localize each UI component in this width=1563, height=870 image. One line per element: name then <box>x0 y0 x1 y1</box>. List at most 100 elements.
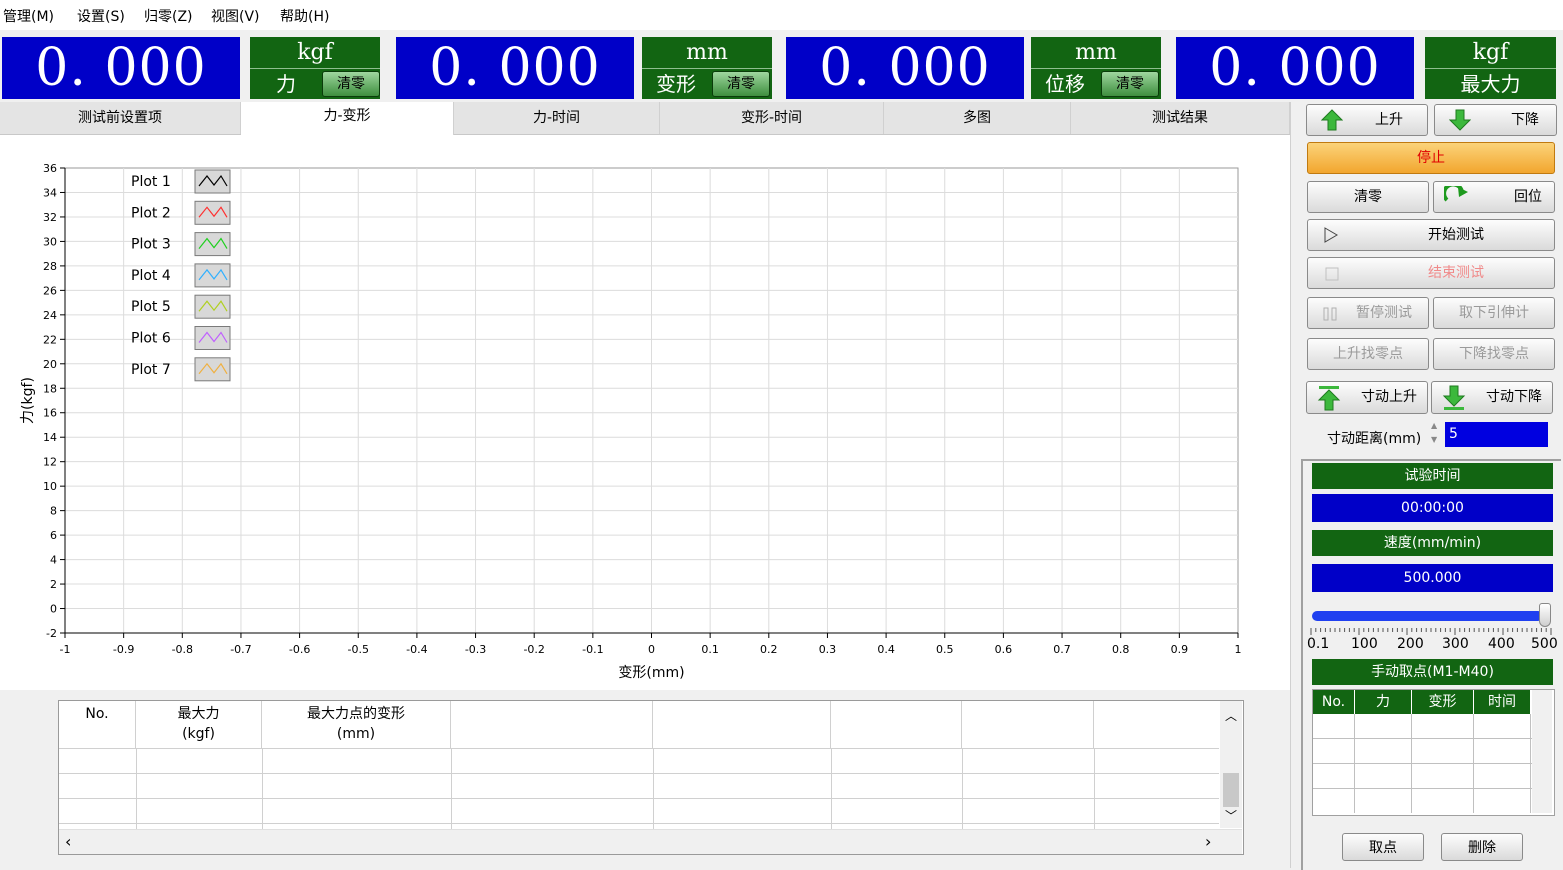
x-tick-label: -0.1 <box>582 643 603 656</box>
x-tick-label: -0.7 <box>230 643 251 656</box>
take-point-label: 取点 <box>1369 840 1397 856</box>
scroll-right-icon[interactable]: › <box>1205 832 1211 851</box>
pause-icon <box>1323 307 1337 321</box>
tab-multi-plot[interactable]: 多图 <box>884 102 1071 134</box>
deformation-label: 变形 <box>656 72 696 96</box>
scroll-left-icon[interactable]: ‹ <box>65 832 71 851</box>
force-zero-button[interactable]: 清零 <box>322 71 380 97</box>
remove-extensometer-label: 取下引伸计 <box>1459 305 1529 321</box>
col-header-max-force-deformation[interactable]: 最大力点的变形 (mm) <box>262 701 451 749</box>
tab-test-results[interactable]: 测试结果 <box>1071 102 1290 134</box>
points-scrollbar[interactable] <box>1532 690 1552 813</box>
row-divider <box>1313 763 1532 764</box>
col-header-empty[interactable] <box>831 701 962 749</box>
points-col-force[interactable]: 力 <box>1355 690 1412 714</box>
menu-settings[interactable]: 设置(S) <box>77 6 125 26</box>
scroll-thumb[interactable] <box>1223 773 1239 807</box>
col-divider <box>136 749 137 829</box>
menu-manage[interactable]: 管理(M) <box>3 6 54 26</box>
up-button[interactable]: 上升 <box>1306 104 1428 136</box>
manual-points-table: No. 力 变形 时间 <box>1312 689 1555 816</box>
down-button[interactable]: 下降 <box>1434 104 1557 136</box>
points-col-no[interactable]: No. <box>1313 690 1355 714</box>
y-tick-label: 14 <box>43 431 57 444</box>
jog-distance-stepper[interactable]: ▲ ▼ <box>1431 419 1443 451</box>
jog-up-button[interactable]: 寸动上升 <box>1306 381 1428 414</box>
down-find-zero-button[interactable]: 下降找零点 <box>1433 338 1555 370</box>
col-header-empty[interactable] <box>962 701 1094 749</box>
speed-slider-thumb[interactable] <box>1539 603 1551 627</box>
delete-button[interactable]: 删除 <box>1441 833 1523 861</box>
return-button[interactable]: 回位 <box>1433 181 1555 213</box>
scroll-up-icon[interactable]: ︿ <box>1225 707 1237 724</box>
tab-deformation-time[interactable]: 变形-时间 <box>660 102 884 134</box>
test-time-label: 试验时间 <box>1312 463 1553 489</box>
displacement-zero-button[interactable]: 清零 <box>1101 71 1159 97</box>
tab-pre-test-settings[interactable]: 测试前设置项 <box>0 102 241 134</box>
deformation-zero-button[interactable]: 清零 <box>712 71 770 97</box>
stop-button-label: 停止 <box>1417 150 1445 166</box>
col-divider <box>1473 714 1474 813</box>
jog-down-label: 寸动下降 <box>1486 389 1542 405</box>
pause-test-button[interactable]: 暂停测试 <box>1307 297 1429 329</box>
remove-extensometer-button[interactable]: 取下引伸计 <box>1433 297 1555 329</box>
y-tick-label: -2 <box>46 627 57 640</box>
menu-help[interactable]: 帮助(H) <box>280 6 329 26</box>
speed-slider-scale: 0.1 100 200 300 400 500 <box>1303 636 1558 654</box>
col-header-unit: (mm) <box>336 726 376 742</box>
col-divider <box>962 749 963 829</box>
zero-button[interactable]: 清零 <box>1307 181 1429 213</box>
menu-zero[interactable]: 归零(Z) <box>144 6 193 26</box>
displacement-unit-box: mm 位移 清零 <box>1031 37 1161 99</box>
step-down-icon[interactable]: ▼ <box>1431 433 1443 447</box>
col-header-empty[interactable] <box>653 701 831 749</box>
legend-label: Plot 3 <box>131 237 171 253</box>
x-tick-label: 0.4 <box>877 643 895 656</box>
play-icon <box>1324 227 1338 243</box>
col-header-no[interactable]: No. <box>59 701 136 749</box>
speed-tick-label: 0.1 <box>1307 636 1330 652</box>
x-tick-label: 1 <box>1235 643 1242 656</box>
x-tick-label: 0.6 <box>995 643 1013 656</box>
points-col-deformation[interactable]: 变形 <box>1412 690 1474 714</box>
up-find-zero-button[interactable]: 上升找零点 <box>1307 338 1429 370</box>
speed-tick-label: 500 <box>1531 636 1558 652</box>
x-tick-label: 0.5 <box>936 643 954 656</box>
jog-down-button[interactable]: 寸动下降 <box>1431 381 1553 414</box>
col-divider <box>262 749 263 829</box>
end-test-button[interactable]: 结束测试 <box>1307 257 1555 289</box>
start-test-button[interactable]: 开始测试 <box>1307 219 1555 251</box>
speed-slider-track[interactable] <box>1312 611 1543 621</box>
x-tick-label: -0.4 <box>406 643 427 656</box>
take-point-button[interactable]: 取点 <box>1342 833 1424 861</box>
col-header-max-force[interactable]: 最大力 (kgf) <box>136 701 262 749</box>
horizontal-scrollbar[interactable]: ‹ › <box>59 829 1242 854</box>
tab-force-time[interactable]: 力-时间 <box>454 102 660 134</box>
legend-label: Plot 4 <box>131 268 171 284</box>
points-col-time[interactable]: 时间 <box>1474 690 1530 714</box>
row-divider <box>59 823 1219 824</box>
menu-view[interactable]: 视图(V) <box>211 6 260 26</box>
arrow-down-icon <box>1449 109 1471 131</box>
vertical-scrollbar[interactable]: ︿ ﹀ <box>1220 701 1242 828</box>
start-test-label: 开始测试 <box>1428 227 1484 243</box>
control-panel: 上升 下降 停止 清零 回位 开始测试 结束测试 暂停测试 取下引伸计 上升找零… <box>1290 102 1563 870</box>
x-tick-label: 0.3 <box>819 643 837 656</box>
speed-tick-label: 300 <box>1442 636 1469 652</box>
down-find-zero-label: 下降找零点 <box>1459 346 1529 362</box>
arrow-up-icon <box>1321 109 1343 131</box>
y-tick-label: 4 <box>50 554 57 567</box>
x-axis-label: 变形(mm) <box>618 665 684 681</box>
tab-force-deformation[interactable]: 力-变形 <box>241 102 454 135</box>
force-deformation-chart[interactable]: -1 -0.9 -0.8 -0.7 -0.6 -0.5 -0.4 -0.3 -0.2 -0.1 0 0… <box>0 135 1290 690</box>
max-force-unit-box: kgf 最大力 <box>1425 37 1556 99</box>
up-button-label: 上升 <box>1375 112 1403 128</box>
tab-bar: 测试前设置项 力-变形 力-时间 变形-时间 多图 测试结果 <box>0 102 1290 135</box>
scroll-down-icon[interactable]: ﹀ <box>1225 807 1237 824</box>
step-up-icon[interactable]: ▲ <box>1431 419 1443 433</box>
col-header-empty[interactable] <box>451 701 653 749</box>
jog-distance-input[interactable]: 5 <box>1445 422 1548 447</box>
x-tick-label: -0.2 <box>523 643 544 656</box>
stop-button[interactable]: 停止 <box>1307 142 1555 174</box>
y-tick-label: 30 <box>43 235 57 248</box>
